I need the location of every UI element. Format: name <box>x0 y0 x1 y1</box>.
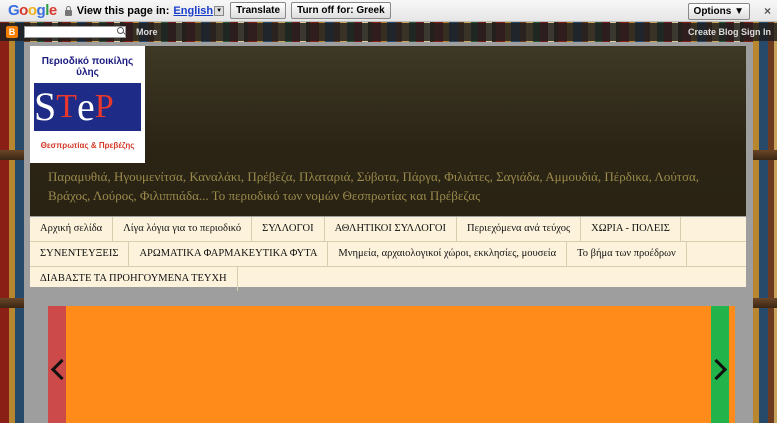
menu-item-monuments[interactable]: Μνημεία, αρχαιολογικοί χώροι, εκκλησίες,… <box>328 242 568 266</box>
menu-row: ΣΥΝΕΝΤΕΥΞΕΙΣ ΑΡΩΜΑΤΙΚΑ ΦΑΡΜΑΚΕΥΤΙΚΑ ΦΥΤΑ… <box>30 242 746 267</box>
menu-item-villages[interactable]: ΧΩΡΙΑ - ΠΟΛΕΙΣ <box>581 217 681 241</box>
blogger-icon[interactable]: B <box>6 26 18 38</box>
image-slider <box>48 306 735 423</box>
logo-bottom-text: Θεσπρωτίας & Πρεβέζης <box>40 141 135 150</box>
menu-item-previous-issues[interactable]: ΔΙΑΒΑΣΤΕ ΤΑ ΠΡΟΗΓΟΥΜΕΝΑ ΤΕΥΧΗ <box>30 267 238 291</box>
menu-item-home[interactable]: Αρχική σελίδα <box>30 217 114 241</box>
close-icon[interactable]: × <box>764 4 771 18</box>
menu-row: ΔΙΑΒΑΣΤΕ ΤΑ ΠΡΟΗΓΟΥΜΕΝΑ ΤΕΥΧΗ <box>30 267 746 291</box>
translate-message: View this page in: <box>76 4 170 17</box>
blogger-navbar: B More Create Blog Sign In <box>0 23 777 41</box>
blog-tagline: Παραμυθιά, Ηγουμενίτσα, Καναλάκι, Πρέβεζ… <box>48 169 700 203</box>
turn-off-button[interactable]: Turn off for: Greek <box>291 2 391 19</box>
language-select[interactable]: English <box>173 5 213 17</box>
lock-icon <box>64 5 72 16</box>
translate-button[interactable]: Translate <box>230 2 287 19</box>
search-icon[interactable] <box>117 27 124 34</box>
menu-item-sports-clubs[interactable]: ΑΘΛΗΤΙΚΟΙ ΣΥΛΛΟΓΟΙ <box>325 217 458 241</box>
page-container: Περιοδικό ποικίλης ύλης STeP Θεσπρωτίας … <box>24 42 753 423</box>
menu-item-contents[interactable]: Περιεχόμενα ανά τεύχος <box>457 217 582 241</box>
translate-bar: Google View this page in: English ▼ Tran… <box>0 0 777 22</box>
menu-item-clubs[interactable]: ΣΥΛΛΟΓΟΙ <box>252 217 325 241</box>
logo-main-text: STeP <box>34 83 141 131</box>
options-button[interactable]: Options ▼ <box>687 3 750 20</box>
more-link[interactable]: More <box>136 27 158 37</box>
blog-header: Περιοδικό ποικίλης ύλης STeP Θεσπρωτίας … <box>30 46 746 216</box>
menu-item-presidents[interactable]: Το βήμα των προέδρων <box>567 242 687 266</box>
menu-item-interviews[interactable]: ΣΥΝΕΝΤΕΥΞΕΙΣ <box>30 242 130 266</box>
google-logo: Google <box>8 2 57 19</box>
menu-item-herbs[interactable]: ΑΡΩΜΑΤΙΚΑ ΦΑΡΜΑΚΕΥΤΙΚΑ ΦΥΤΑ <box>129 242 329 266</box>
main-menu: Αρχική σελίδα Λίγα λόγια για το περιοδικ… <box>30 217 746 291</box>
search-input[interactable] <box>24 26 126 38</box>
menu-item-about[interactable]: Λίγα λόγια για το περιοδικό <box>113 217 253 241</box>
menu-row: Αρχική σελίδα Λίγα λόγια για το περιοδικ… <box>30 217 746 242</box>
create-blog-sign-in[interactable]: Create Blog Sign In <box>688 27 771 37</box>
blog-logo[interactable]: Περιοδικό ποικίλης ύλης STeP Θεσπρωτίας … <box>30 46 145 163</box>
logo-top-text: Περιοδικό ποικίλης ύλης <box>41 56 134 78</box>
chevron-down-icon[interactable]: ▼ <box>214 5 225 16</box>
